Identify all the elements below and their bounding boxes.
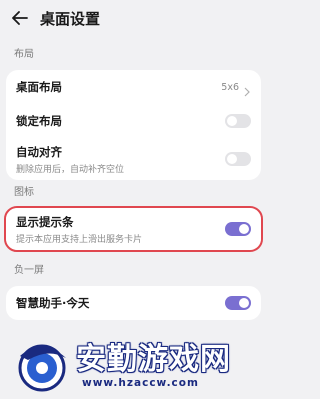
icons-card: 显示提示条 提示本应用支持上滑出服务卡片 xyxy=(6,208,261,250)
show-hint-bar-subtitle: 提示本应用支持上滑出服务卡片 xyxy=(16,234,143,245)
auto-align-toggle[interactable] xyxy=(225,152,251,166)
page-title: 桌面设置 xyxy=(40,9,101,28)
auto-align-row: 自动对齐 删除应用后，自动补齐空位 xyxy=(6,138,261,180)
watermark-url: www.hzaccw.com xyxy=(82,377,199,389)
desktop-layout-title: 桌面布局 xyxy=(16,80,62,94)
back-arrow-icon[interactable] xyxy=(10,8,30,28)
watermark-name: 安勤游戏网 xyxy=(76,342,231,377)
section-label-minus-one: 负一屏 xyxy=(14,265,44,276)
show-hint-bar-toggle[interactable] xyxy=(225,222,251,236)
auto-align-title: 自动对齐 xyxy=(16,144,62,159)
highlight-frame: 显示提示条 提示本应用支持上滑出服务卡片 xyxy=(4,206,263,252)
lock-layout-title: 锁定布局 xyxy=(16,114,62,128)
desktop-layout-row[interactable]: 桌面布局 5x6 xyxy=(6,70,261,104)
lock-layout-toggle[interactable] xyxy=(225,114,251,128)
section-label-layout: 布局 xyxy=(14,49,34,60)
minus-one-card: 智慧助手·今天 xyxy=(6,286,261,320)
show-hint-bar-title: 显示提示条 xyxy=(16,214,74,229)
smart-assistant-row: 智慧助手·今天 xyxy=(6,286,261,320)
show-hint-bar-row: 显示提示条 提示本应用支持上滑出服务卡片 xyxy=(6,208,261,250)
section-label-icons: 图标 xyxy=(14,187,34,198)
lock-layout-row: 锁定布局 xyxy=(6,104,261,138)
layout-card: 桌面布局 5x6 锁定布局 自动对齐 删除应用后，自动补齐空位 xyxy=(6,70,261,180)
header: 桌面设置 xyxy=(0,0,267,36)
auto-align-subtitle: 删除应用后，自动补齐空位 xyxy=(16,164,125,175)
smart-assistant-title: 智慧助手·今天 xyxy=(16,296,90,310)
chevron-right-icon xyxy=(243,82,251,97)
watermark: 安勤游戏网 www.hzaccw.com xyxy=(14,337,264,395)
smart-assistant-toggle[interactable] xyxy=(225,296,251,310)
desktop-layout-value: 5x6 xyxy=(221,81,239,93)
watermark-logo-icon xyxy=(18,344,66,392)
